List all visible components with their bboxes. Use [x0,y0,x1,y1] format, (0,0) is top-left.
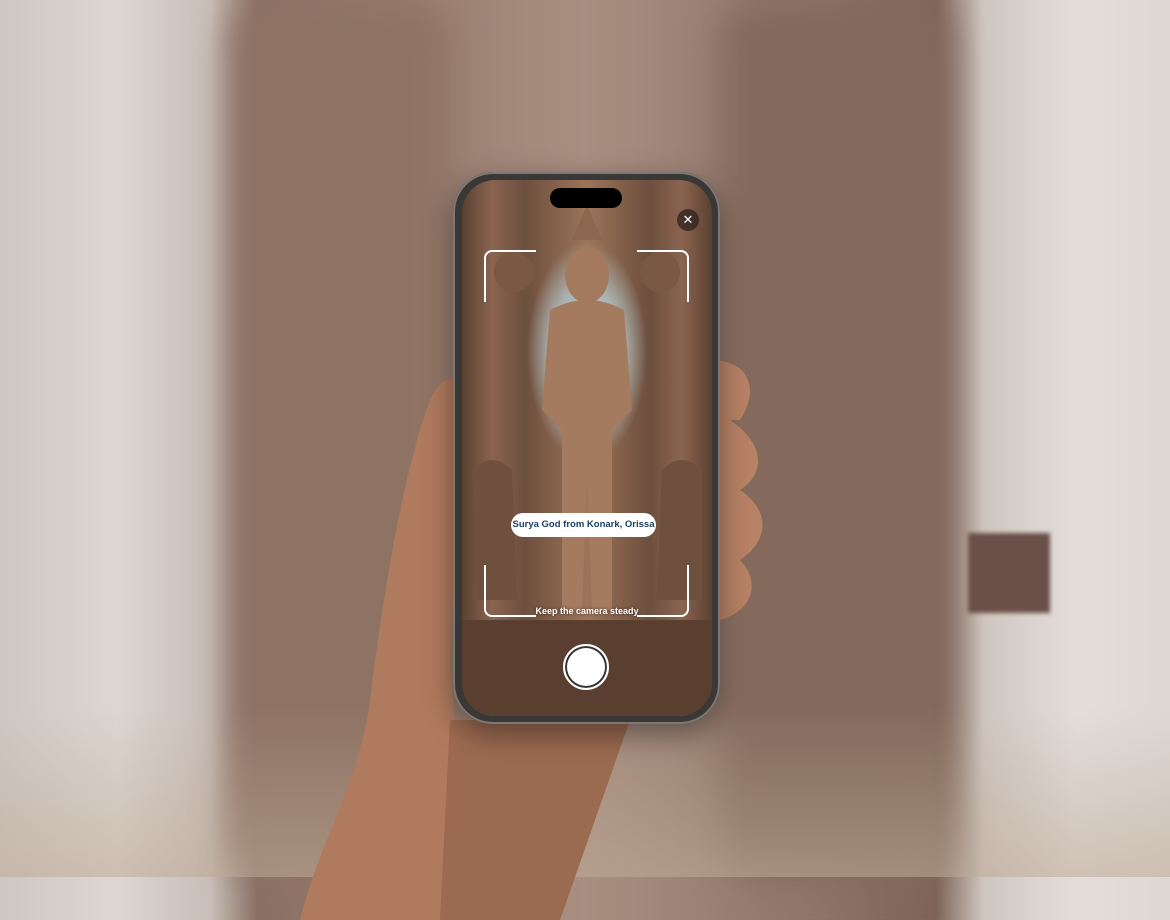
camera-instruction: Keep the camera steady [535,606,639,616]
background-painting [968,533,1050,613]
recognized-object-label[interactable]: Surya God from Konark, Orissa [511,513,656,537]
phone-device: ✕ Surya God from Konark, Orissa Keep the… [453,172,720,724]
close-icon: ✕ [682,212,694,227]
camera-screen: ✕ Surya God from Konark, Orissa Keep the… [462,180,712,716]
close-button[interactable]: ✕ [677,209,699,231]
viewfinder-corner-top-right [637,250,689,302]
dynamic-island [550,188,622,208]
shutter-button[interactable] [563,644,609,690]
viewfinder-corner-top-left [484,250,536,302]
